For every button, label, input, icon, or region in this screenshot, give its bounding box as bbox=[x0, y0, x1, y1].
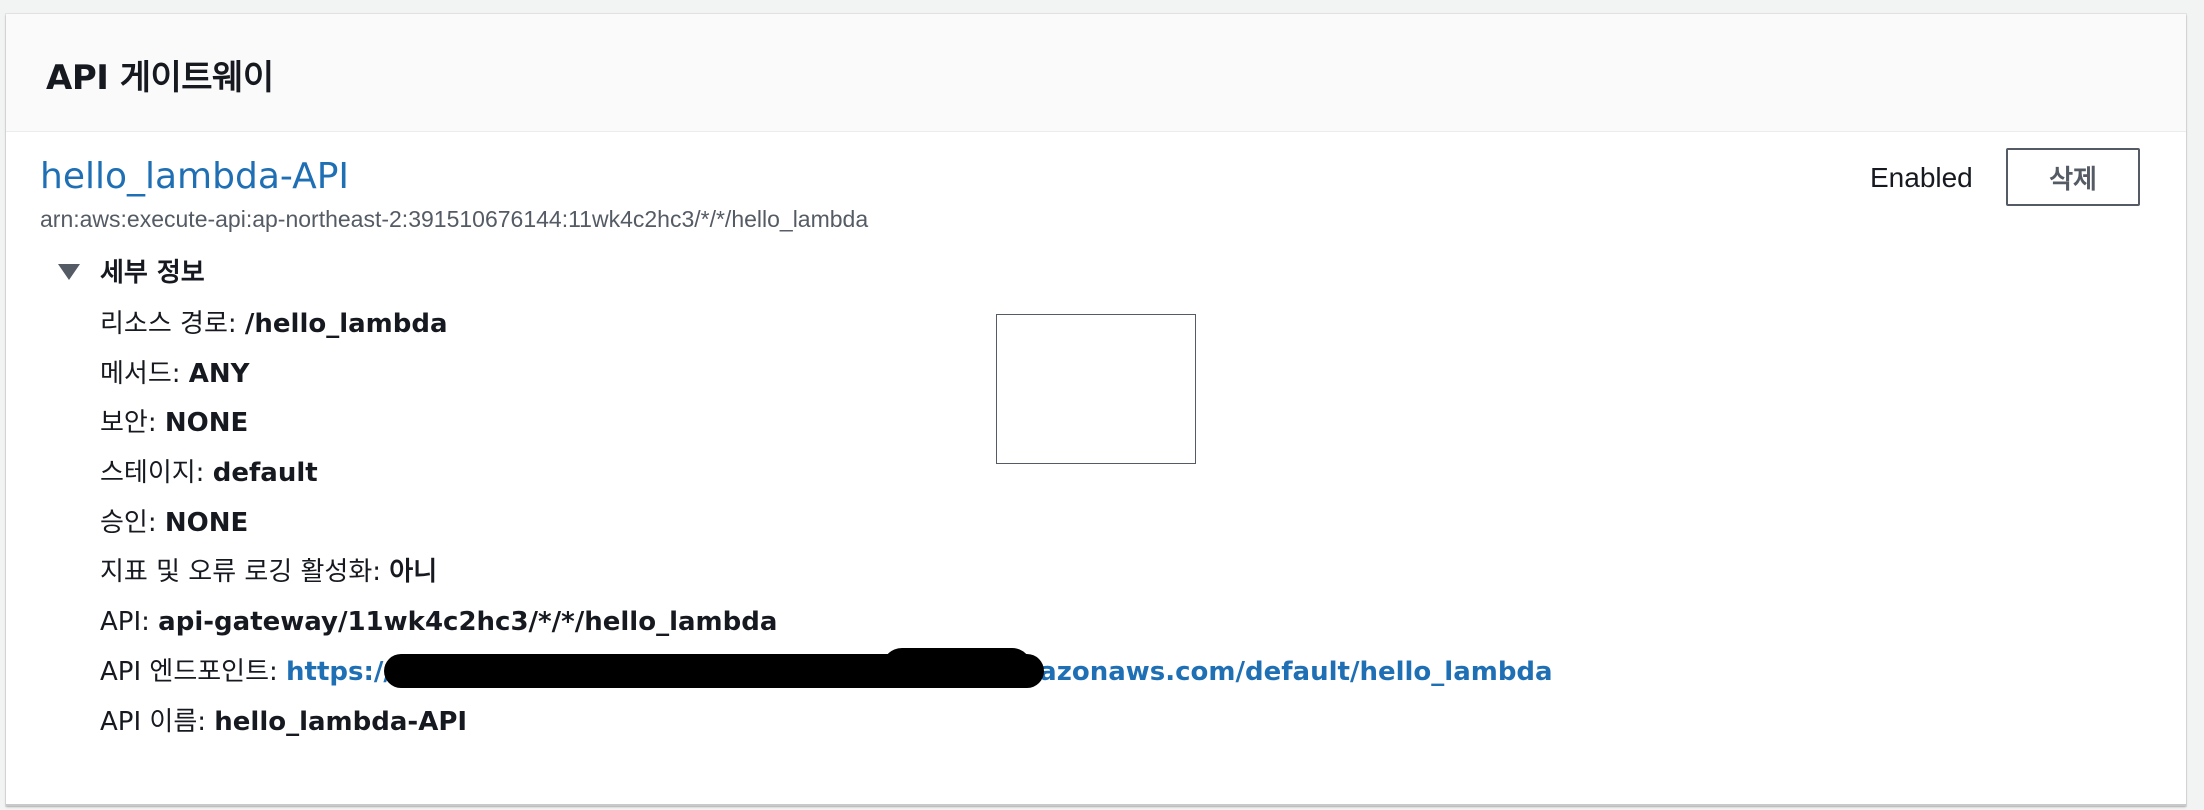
detail-row-api-name: API 이름: hello_lambda-API bbox=[100, 704, 1553, 754]
detail-key: 스테이지: bbox=[100, 458, 213, 489]
detail-row-stage: 스테이지: default bbox=[100, 455, 1553, 505]
detail-key: API 이름: bbox=[100, 706, 215, 737]
detail-key: 보안: bbox=[100, 408, 165, 439]
detail-key: API 엔드포인트: bbox=[100, 656, 287, 687]
detail-key: 승인: bbox=[100, 507, 165, 538]
detail-key: 메서드: bbox=[100, 358, 189, 389]
detail-value: 아니 bbox=[389, 557, 438, 588]
detail-value: /hello_lambda bbox=[244, 309, 448, 339]
detail-value: ANY bbox=[188, 358, 250, 389]
status-label: Enabled bbox=[1870, 162, 1973, 193]
detail-row-metrics-logging: 지표 및 오류 로깅 활성화: 아니 bbox=[100, 554, 1553, 604]
detail-key: API: bbox=[100, 607, 159, 638]
redaction-mark bbox=[882, 647, 1033, 688]
empty-image-placeholder bbox=[996, 314, 1196, 464]
detail-row-api: API: api-gateway/11wk4c2hc3/*/*/hello_la… bbox=[100, 604, 1553, 654]
detail-value: NONE bbox=[164, 507, 249, 538]
detail-value: hello_lambda-API bbox=[214, 706, 468, 737]
detail-value: api-gateway/11wk4c2hc3/*/*/hello_lambda bbox=[158, 607, 778, 638]
details-toggle[interactable]: 세부 정보 bbox=[58, 252, 205, 289]
endpoint-wrap: https://11wk4c2hc3.execute-api.ap-northe… bbox=[286, 647, 1553, 690]
detail-row-api-endpoint: API 엔드포인트: https://11wk4c2hc3.execute-ap… bbox=[100, 647, 1553, 704]
details-toggle-label: 세부 정보 bbox=[100, 258, 205, 288]
delete-button[interactable]: 삭제 bbox=[2006, 148, 2140, 206]
detail-row-resource-path: 리소스 경로: /hello_lambda bbox=[100, 306, 1553, 356]
detail-key: 지표 및 오류 로깅 활성화: bbox=[100, 557, 390, 588]
panel-header: API 게이트웨이 bbox=[6, 14, 2186, 132]
detail-row-security: 보안: NONE bbox=[100, 405, 1553, 455]
detail-row-authorization: 승인: NONE bbox=[100, 505, 1553, 555]
detail-row-method: 메서드: ANY bbox=[100, 356, 1553, 406]
detail-value: default bbox=[212, 458, 318, 489]
api-arn: arn:aws:execute-api:ap-northeast-2:39151… bbox=[40, 206, 869, 232]
details-list: 리소스 경로: /hello_lambda 메서드: ANY 보안: NONE … bbox=[100, 306, 1553, 753]
caret-down-icon bbox=[58, 263, 80, 280]
api-name-link[interactable]: hello_lambda-API bbox=[40, 156, 349, 197]
detail-value: NONE bbox=[164, 408, 249, 439]
panel-title: API 게이트웨이 bbox=[46, 58, 274, 98]
detail-key: 리소스 경로: bbox=[100, 309, 245, 339]
